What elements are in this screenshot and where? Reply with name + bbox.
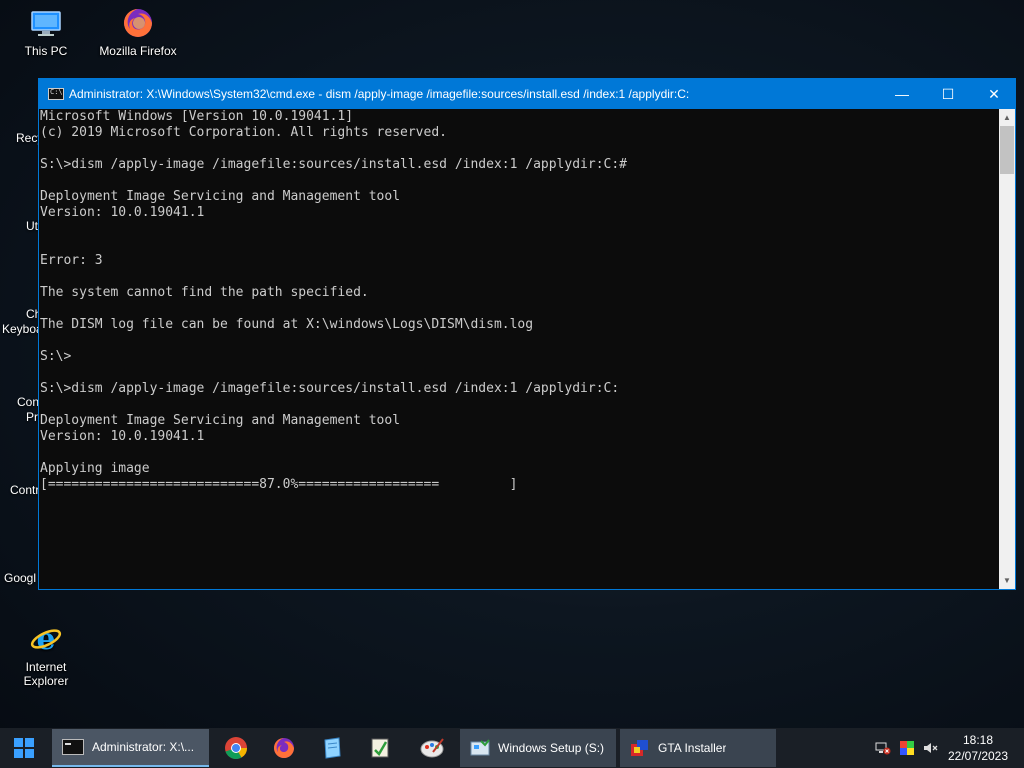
clock-date: 22/07/2023 bbox=[947, 749, 1009, 763]
windows-logo-icon bbox=[14, 738, 34, 758]
console-line: Version: 10.0.19041.1 bbox=[40, 205, 205, 220]
console-line: S:\>dism /apply-image /imagefile:sources… bbox=[40, 157, 627, 172]
console-line: The system cannot find the path specifie… bbox=[40, 285, 369, 300]
desktop-partial-label[interactable]: Googl bbox=[4, 571, 36, 585]
taskbar-item-windows-setup[interactable]: Windows Setup (S:) bbox=[460, 729, 616, 767]
color-icon bbox=[900, 741, 914, 755]
console-line: S:\> bbox=[40, 349, 72, 364]
network-disconnected-icon bbox=[875, 742, 891, 755]
close-button[interactable]: ✕ bbox=[971, 79, 1017, 109]
desktop-icon-internet-explorer[interactable]: e Internet Explorer bbox=[4, 622, 88, 688]
desktop-icon-label: Mozilla Firefox bbox=[99, 44, 177, 58]
scroll-up-arrow-icon[interactable]: ▲ bbox=[999, 109, 1015, 126]
console-line: Deployment Image Servicing and Managemen… bbox=[40, 413, 401, 428]
taskbar-item-cmd[interactable]: Administrator: X:\... bbox=[52, 729, 209, 767]
desktop-partial-label[interactable]: Con bbox=[17, 395, 39, 409]
console-line: Deployment Image Servicing and Managemen… bbox=[40, 189, 401, 204]
taskbar-pin-chrome[interactable] bbox=[212, 728, 260, 768]
taskbar-item-label: Administrator: X:\... bbox=[92, 740, 195, 754]
desktop-icon-label: This PC bbox=[24, 44, 68, 58]
cmd-window[interactable]: Administrator: X:\Windows\System32\cmd.e… bbox=[38, 78, 1016, 590]
taskbar-item-label: Windows Setup (S:) bbox=[498, 741, 605, 755]
window-title: Administrator: X:\Windows\System32\cmd.e… bbox=[69, 87, 690, 101]
start-button[interactable] bbox=[0, 728, 48, 768]
cmd-icon bbox=[62, 739, 84, 755]
taskbar: Administrator: X:\... Windows Setup (S:)… bbox=[0, 728, 1024, 768]
desktop-icon-firefox[interactable]: Mozilla Firefox bbox=[96, 6, 180, 58]
internet-explorer-icon: e bbox=[29, 622, 63, 657]
console-output[interactable]: Microsoft Windows [Version 10.0.19041.1]… bbox=[39, 109, 999, 589]
desktop-partial-label[interactable]: Ut bbox=[26, 219, 38, 233]
paint-icon bbox=[420, 738, 444, 758]
console-line: The DISM log file can be found at X:\win… bbox=[40, 317, 534, 332]
firefox-icon bbox=[274, 738, 294, 758]
this-pc-icon bbox=[29, 6, 63, 40]
window-titlebar[interactable]: Administrator: X:\Windows\System32\cmd.e… bbox=[39, 79, 1015, 109]
console-line: (c) 2019 Microsoft Corporation. All righ… bbox=[40, 125, 447, 140]
notepad-icon bbox=[324, 737, 341, 759]
registry-editor-icon bbox=[371, 738, 389, 758]
taskbar-pin-paint[interactable] bbox=[408, 728, 456, 768]
console-line: Version: 10.0.19041.1 bbox=[40, 429, 205, 444]
console-line: Applying image bbox=[40, 461, 150, 476]
desktop-partial-label[interactable]: Keyboa bbox=[2, 322, 43, 336]
scrollbar-thumb[interactable] bbox=[1000, 126, 1014, 174]
taskbar-clock[interactable]: 18:18 22/07/2023 bbox=[940, 732, 1016, 764]
volume-muted-icon bbox=[924, 743, 938, 753]
desktop-partial-label[interactable]: Pr bbox=[26, 410, 38, 424]
gta-installer-icon bbox=[631, 740, 648, 756]
console-line: Error: 3 bbox=[40, 253, 103, 268]
taskbar-item-label: GTA Installer bbox=[658, 741, 727, 755]
cmd-icon bbox=[48, 88, 64, 100]
maximize-button[interactable]: ☐ bbox=[925, 79, 971, 109]
console-line: [===========================87.0%=======… bbox=[40, 477, 518, 492]
vertical-scrollbar[interactable]: ▲ ▼ bbox=[999, 109, 1015, 589]
scroll-down-arrow-icon[interactable]: ▼ bbox=[999, 572, 1015, 589]
desktop-icon-this-pc[interactable]: This PC bbox=[4, 6, 88, 58]
windows-setup-icon bbox=[470, 739, 490, 756]
desktop-partial-label[interactable]: Contr bbox=[10, 483, 39, 497]
svg-text:e: e bbox=[36, 622, 55, 656]
console-line: Microsoft Windows [Version 10.0.19041.1] bbox=[40, 109, 354, 124]
tray-color[interactable] bbox=[896, 728, 918, 768]
tray-network[interactable] bbox=[872, 728, 894, 768]
console-line: S:\>dism /apply-image /imagefile:sources… bbox=[40, 381, 620, 396]
taskbar-pin-registry-editor[interactable] bbox=[356, 728, 404, 768]
taskbar-pin-notepad[interactable] bbox=[308, 728, 356, 768]
tray-volume[interactable] bbox=[920, 728, 942, 768]
taskbar-pin-firefox[interactable] bbox=[260, 728, 308, 768]
taskbar-item-gta-installer[interactable]: GTA Installer bbox=[620, 729, 776, 767]
firefox-icon bbox=[121, 6, 155, 40]
minimize-button[interactable]: — bbox=[879, 79, 925, 109]
clock-time: 18:18 bbox=[962, 733, 994, 747]
desktop-icon-label: Internet Explorer bbox=[23, 660, 69, 688]
chrome-icon bbox=[225, 737, 247, 760]
